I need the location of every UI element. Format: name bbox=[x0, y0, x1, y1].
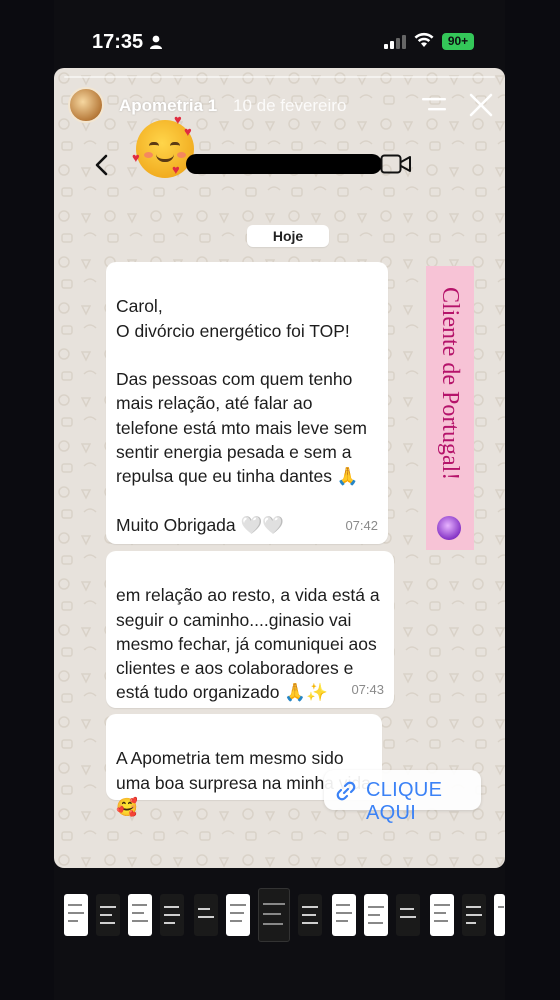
status-bar: 17:35 90+ bbox=[54, 0, 505, 70]
story-thumbnail[interactable] bbox=[96, 894, 120, 936]
link-icon bbox=[336, 781, 356, 801]
redacted-contact-name bbox=[186, 154, 382, 174]
story-thumbnail[interactable] bbox=[462, 894, 486, 936]
story-thumbnail[interactable] bbox=[430, 894, 454, 936]
story-author[interactable]: Apometria 1 bbox=[119, 96, 217, 116]
story-thumbnail[interactable] bbox=[128, 894, 152, 936]
message-time: 07:43 bbox=[351, 681, 384, 697]
wifi-icon bbox=[414, 32, 434, 47]
heart-icon: ♥ bbox=[174, 112, 182, 127]
story-progress-bar bbox=[64, 76, 495, 78]
message-time: 07:42 bbox=[345, 517, 378, 533]
story-thumbnail[interactable] bbox=[194, 894, 218, 936]
date-chip: Hoje bbox=[247, 225, 329, 247]
story-thumbnail[interactable] bbox=[298, 894, 322, 936]
battery-indicator: 90+ bbox=[442, 33, 474, 50]
story-thumbnail[interactable] bbox=[160, 894, 184, 936]
back-arrow-icon bbox=[95, 154, 108, 176]
story-thumbnail[interactable] bbox=[494, 894, 505, 936]
story-thumbnail[interactable] bbox=[332, 894, 356, 936]
message-bubble: Carol, O divórcio energético foi TOP! Da… bbox=[106, 262, 388, 544]
heart-icon: ♥ bbox=[172, 162, 180, 177]
person-icon bbox=[150, 35, 162, 49]
phone-screen: 17:35 90+ Apometria 1 10 de fevereiro ♥ … bbox=[54, 0, 505, 1000]
crystal-ball-emoji-icon bbox=[437, 516, 461, 540]
status-time: 17:35 bbox=[92, 31, 144, 53]
story-header: Apometria 1 10 de fevereiro bbox=[54, 84, 505, 128]
heart-icon: ♥ bbox=[184, 124, 192, 139]
story-viewer[interactable]: Apometria 1 10 de fevereiro ♥ ♥ ♥ ♥ Hoje… bbox=[54, 68, 505, 868]
cellular-signal-icon bbox=[384, 35, 406, 49]
message-text: Carol, O divórcio energético foi TOP! Da… bbox=[116, 296, 367, 535]
story-thumbnail[interactable] bbox=[226, 894, 250, 936]
contact-avatar-emoji: ♥ ♥ ♥ ♥ bbox=[132, 112, 194, 178]
story-thumbnail-strip bbox=[54, 888, 505, 948]
avatar[interactable] bbox=[68, 87, 104, 123]
story-thumbnail-current[interactable] bbox=[258, 888, 290, 942]
message-text: em relação ao resto, a vida está a segui… bbox=[116, 585, 380, 703]
message-bubble: em relação ao resto, a vida está a segui… bbox=[106, 551, 394, 708]
video-call-icon bbox=[380, 154, 411, 174]
close-icon[interactable] bbox=[468, 92, 494, 118]
link-label[interactable]: CLIQUE AQUI bbox=[366, 779, 481, 825]
side-label-text: Cliente de Portugal! bbox=[437, 287, 463, 481]
story-thumbnail[interactable] bbox=[396, 894, 420, 936]
story-thumbnail[interactable] bbox=[364, 894, 388, 936]
link-sticker[interactable]: CLIQUE AQUI bbox=[324, 770, 481, 824]
heart-icon: ♥ bbox=[132, 150, 140, 165]
menu-icon[interactable] bbox=[422, 98, 446, 112]
story-thumbnail[interactable] bbox=[64, 894, 88, 936]
story-date: 10 de fevereiro bbox=[233, 96, 347, 115]
